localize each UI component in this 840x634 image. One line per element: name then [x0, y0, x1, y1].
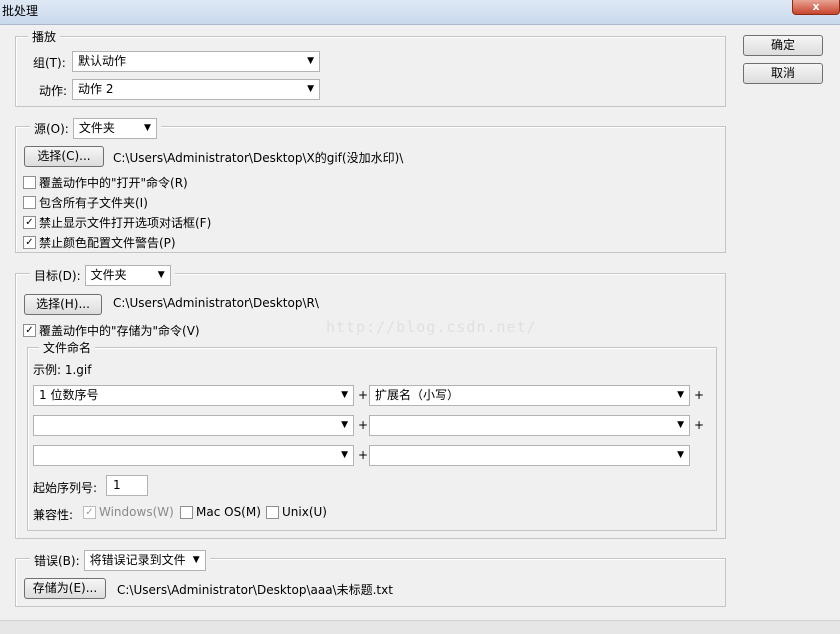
chevron-down-icon: ▼	[307, 84, 314, 94]
errors-legend: 错误(B): 将错误记录到文件 ▼	[30, 550, 210, 571]
option-label: 禁止颜色配置文件警告(P)	[39, 236, 176, 250]
checkmark-icon: ✓	[83, 505, 96, 519]
checkbox-icon[interactable]	[23, 176, 36, 189]
start-serial-input[interactable]: 1	[106, 475, 148, 496]
naming-example: 示例: 1.gif	[33, 363, 92, 377]
set-label: 组(T):	[33, 56, 66, 70]
destination-path: C:\Users\Administrator\Desktop\R\	[113, 296, 319, 310]
checkmark-icon[interactable]: ✓	[23, 216, 36, 229]
plus-sign: +	[694, 388, 705, 402]
set-select-value: 默认动作	[78, 54, 127, 68]
window-title: 批处理	[2, 4, 39, 18]
source-option-suppress-color-warning[interactable]: ✓ 禁止颜色配置文件警告(P)	[23, 234, 176, 251]
naming-field-2-right[interactable]: ▼	[369, 415, 690, 436]
compat-macos[interactable]: Mac OS(M)	[180, 505, 261, 519]
chevron-down-icon: ▼	[192, 555, 200, 565]
title-bar: 批处理 x	[0, 0, 840, 25]
set-select[interactable]: 默认动作 ▼	[72, 51, 320, 72]
naming-field-3-left[interactable]: ▼	[33, 445, 354, 466]
chevron-down-icon: ▼	[341, 420, 348, 430]
source-option-override-open[interactable]: 覆盖动作中的"打开"命令(R)	[23, 174, 188, 191]
errors-label: 错误(B):	[34, 554, 80, 568]
chevron-down-icon: ▼	[307, 56, 314, 66]
errors-select[interactable]: 将错误记录到文件 ▼	[83, 550, 206, 571]
naming-field-1-right[interactable]: 扩展名（小写） ▼	[369, 385, 690, 406]
chevron-down-icon: ▼	[157, 270, 165, 280]
compat-label: 兼容性:	[33, 508, 74, 522]
plus-sign: +	[358, 388, 369, 402]
compat-label-macos: Mac OS(M)	[196, 505, 261, 519]
errors-select-value: 将错误记录到文件	[89, 553, 186, 567]
option-label: 覆盖动作中的"打开"命令(R)	[39, 176, 188, 190]
compat-windows: ✓ Windows(W)	[83, 505, 174, 519]
action-select-value: 动作 2	[78, 82, 114, 96]
plus-sign: +	[694, 418, 705, 432]
destination-choose-button[interactable]: 选择(H)...	[24, 294, 102, 315]
bottom-strip	[0, 620, 840, 634]
file-naming-group: 文件命名	[27, 339, 717, 531]
play-legend: 播放	[28, 28, 61, 45]
option-label: 禁止显示文件打开选项对话框(F)	[39, 216, 212, 230]
naming-field-2-left[interactable]: ▼	[33, 415, 354, 436]
source-type-select[interactable]: 文件夹 ▼	[72, 118, 157, 139]
destination-override-save-as[interactable]: ✓ 覆盖动作中的"存储为"命令(V)	[23, 322, 200, 339]
naming-field-value: 扩展名（小写）	[375, 388, 460, 402]
compat-unix[interactable]: Unix(U)	[266, 505, 327, 519]
checkbox-icon[interactable]	[23, 196, 36, 209]
source-choose-button[interactable]: 选择(C)...	[24, 146, 104, 167]
file-naming-legend-text: 文件命名	[43, 341, 92, 355]
naming-field-1-left[interactable]: 1 位数序号 ▼	[33, 385, 354, 406]
source-type-value: 文件夹	[78, 121, 115, 135]
naming-field-3-right[interactable]: ▼	[369, 445, 690, 466]
naming-field-value: 1 位数序号	[39, 388, 99, 402]
errors-log-path: C:\Users\Administrator\Desktop\aaa\未标题.t…	[117, 583, 393, 597]
chevron-down-icon: ▼	[677, 390, 684, 400]
start-serial-label: 起始序列号:	[33, 481, 98, 495]
cancel-button[interactable]: 取消	[743, 63, 823, 84]
source-path: C:\Users\Administrator\Desktop\X的gif(没加水…	[113, 151, 404, 165]
checkbox-icon[interactable]	[266, 505, 279, 519]
destination-type-value: 文件夹	[90, 268, 127, 282]
source-option-subfolders[interactable]: 包含所有子文件夹(I)	[23, 194, 148, 211]
checkmark-icon[interactable]: ✓	[23, 324, 36, 337]
action-select[interactable]: 动作 2 ▼	[72, 79, 320, 100]
checkbox-icon[interactable]	[180, 505, 193, 519]
chevron-down-icon: ▼	[341, 450, 348, 460]
action-label: 动作:	[39, 84, 68, 98]
chevron-down-icon: ▼	[677, 450, 684, 460]
plus-sign: +	[358, 448, 369, 462]
compat-label-windows: Windows(W)	[99, 505, 174, 519]
source-label: 源(O):	[34, 122, 69, 136]
source-legend: 源(O): 文件夹 ▼	[30, 118, 161, 139]
checkmark-icon[interactable]: ✓	[23, 236, 36, 249]
compat-label-unix: Unix(U)	[282, 505, 327, 519]
option-label: 覆盖动作中的"存储为"命令(V)	[39, 324, 200, 338]
option-label: 包含所有子文件夹(I)	[39, 196, 148, 210]
watermark: http://blog.csdn.net/	[326, 318, 537, 336]
ok-button[interactable]: 确定	[743, 35, 823, 56]
chevron-down-icon: ▼	[143, 123, 151, 133]
destination-label: 目标(D):	[34, 269, 81, 283]
plus-sign: +	[358, 418, 369, 432]
chevron-down-icon: ▼	[677, 420, 684, 430]
play-legend-text: 播放	[32, 30, 57, 44]
errors-save-as-button[interactable]: 存储为(E)...	[24, 578, 106, 599]
file-naming-legend: 文件命名	[39, 339, 96, 356]
destination-type-select[interactable]: 文件夹 ▼	[84, 265, 171, 286]
close-button[interactable]: x	[792, 0, 840, 15]
chevron-down-icon: ▼	[341, 390, 348, 400]
destination-legend: 目标(D): 文件夹 ▼	[30, 265, 175, 286]
source-option-suppress-open-dialog[interactable]: ✓ 禁止显示文件打开选项对话框(F)	[23, 214, 211, 231]
